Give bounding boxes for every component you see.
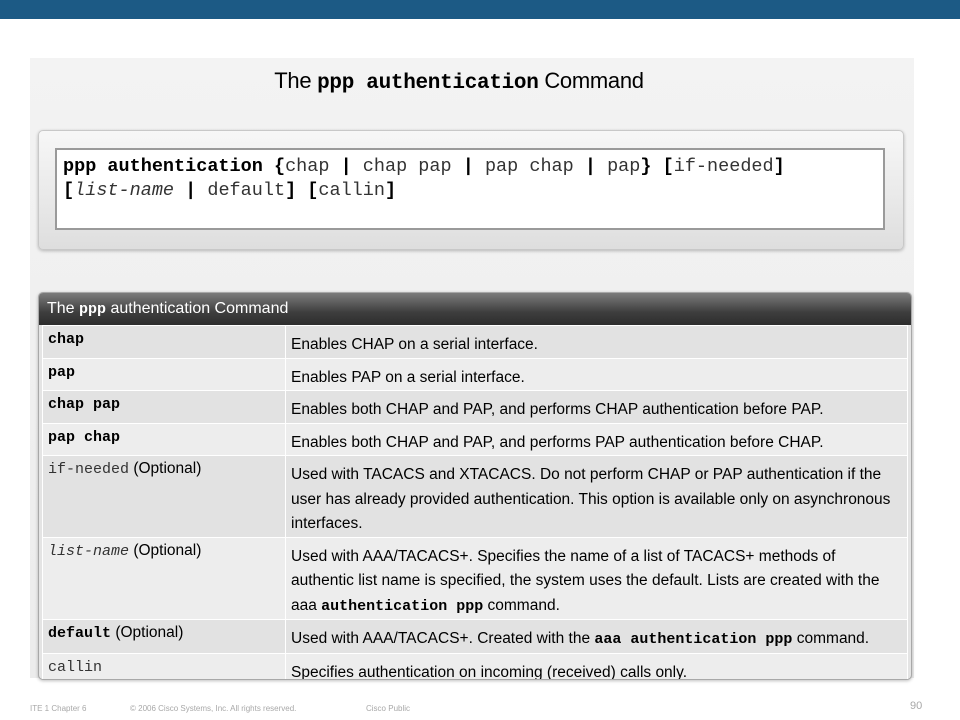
desc-cell: Enables both CHAP and PAP, and performs … xyxy=(285,422,908,456)
desc-cell: Enables both CHAP and PAP, and performs … xyxy=(285,390,908,424)
desc-text: Enables both CHAP and PAP, and performs … xyxy=(291,401,824,418)
table-row: chap Enables CHAP on a serial interface. xyxy=(42,325,908,359)
syntax-option-if-needed: if-needed xyxy=(673,156,774,177)
syntax-command: ppp authentication xyxy=(63,156,263,177)
table-header: The ppp authentication Command xyxy=(39,293,911,325)
table-row: callin Specifies authentication on incom… xyxy=(42,652,908,680)
table-header-text-suffix: authentication Command xyxy=(106,300,289,317)
parameters-table: chap Enables CHAP on a serial interface.… xyxy=(42,325,908,680)
param-cell: list-name (Optional) xyxy=(42,536,286,620)
syntax-brace-close: } xyxy=(640,156,652,177)
desc-cell: Used with AAA/TACACS+. Created with the … xyxy=(285,619,908,654)
syntax-option-pap-chap: pap chap xyxy=(484,156,574,177)
param-optional-label: (Optional) xyxy=(111,624,184,641)
syntax-bracket-open: [ xyxy=(63,180,75,201)
desc-text: Specifies authentication on incoming (re… xyxy=(291,663,688,680)
param-default: default xyxy=(48,625,112,642)
syntax-option-pap: pap xyxy=(607,156,641,177)
param-chap-pap: chap pap xyxy=(48,396,121,413)
syntax-brace-open: { xyxy=(262,156,286,177)
title-text: The xyxy=(274,68,318,93)
table-row: chap pap Enables both CHAP and PAP, and … xyxy=(42,390,908,424)
desc-text: Enables both CHAP and PAP, and performs … xyxy=(291,433,824,451)
footer-course: ITE 1 Chapter 6 xyxy=(30,704,87,713)
syntax-option-list-name: list-name xyxy=(74,180,175,201)
param-list-name: list-name xyxy=(48,542,130,560)
param-cell: default (Optional) xyxy=(42,619,286,654)
syntax-option-chap: chap xyxy=(285,156,330,177)
desc-text-suffix: command. xyxy=(483,596,560,614)
syntax-pipe: | xyxy=(451,156,485,177)
title-text-suffix: Command xyxy=(538,68,644,93)
parameters-table-panel: The ppp authentication Command chap Enab… xyxy=(38,292,912,680)
desc-text: Enables PAP on a serial interface. xyxy=(291,368,525,386)
param-optional-label: (Optional) xyxy=(129,460,202,477)
syntax-panel: ppp authentication {chap | chap pap | pa… xyxy=(38,130,904,250)
table-header-text: The xyxy=(47,300,80,317)
syntax-line-1: ppp authentication {chap | chap pap | pa… xyxy=(63,155,877,179)
param-cell: if-needed (Optional) xyxy=(42,455,286,538)
desc-cell: Used with TACACS and XTACACS. Do not per… xyxy=(285,455,908,538)
table-row: default (Optional) Used with AAA/TACACS+… xyxy=(42,619,908,654)
syntax-pipe: | xyxy=(329,156,363,177)
desc-text-suffix: command. xyxy=(792,630,870,647)
param-pap-chap: pap chap xyxy=(48,428,121,446)
table-header-command: ppp xyxy=(79,301,107,318)
desc-text: Used with AAA/TACACS+. Created with the xyxy=(291,630,595,647)
syntax-bracket-open: [ xyxy=(651,156,674,177)
syntax-bracket-mid: ] [ xyxy=(285,180,319,201)
param-if-needed: if-needed xyxy=(48,461,130,478)
slide-title: The ppp authentication Command xyxy=(0,68,918,95)
param-chap: chap xyxy=(48,331,85,348)
syntax-box: ppp authentication {chap | chap pap | pa… xyxy=(55,148,885,230)
desc-cell: Used with AAA/TACACS+. Specifies the nam… xyxy=(285,536,908,620)
syntax-line-2: [list-name | default] [callin] xyxy=(63,179,877,203)
syntax-option-default: default xyxy=(207,180,286,201)
desc-command: aaa authentication ppp xyxy=(594,631,793,648)
table-row: if-needed (Optional) Used with TACACS an… xyxy=(42,455,908,538)
syntax-option-chap-pap: chap pap xyxy=(362,156,452,177)
param-cell: pap chap xyxy=(42,422,286,456)
param-callin: callin xyxy=(48,658,103,676)
desc-cell: Specifies authentication on incoming (re… xyxy=(285,652,908,680)
syntax-option-callin: callin xyxy=(318,180,385,201)
top-brand-bar xyxy=(0,0,960,19)
syntax-bracket-close: ] xyxy=(773,156,785,177)
table-row: pap chap Enables both CHAP and PAP, and … xyxy=(42,422,908,456)
desc-cell: Enables CHAP on a serial interface. xyxy=(285,325,908,359)
param-optional-label: (Optional) xyxy=(129,541,202,559)
param-cell: chap xyxy=(42,325,286,359)
syntax-pipe: | xyxy=(573,156,608,177)
footer-classification: Cisco Public xyxy=(366,704,411,713)
param-cell: callin xyxy=(42,652,286,679)
page-number: 90 xyxy=(910,700,923,712)
desc-text: Enables CHAP on a serial interface. xyxy=(291,336,538,353)
table-row: pap Enables PAP on a serial interface. xyxy=(42,357,908,391)
param-cell: pap xyxy=(42,357,286,391)
syntax-pipe: | xyxy=(174,180,208,201)
table-row: list-name (Optional) Used with AAA/TACAC… xyxy=(42,536,908,620)
param-pap: pap xyxy=(48,363,76,381)
desc-text: Used with TACACS and XTACACS. Do not per… xyxy=(291,466,891,532)
param-cell: chap pap xyxy=(42,390,286,424)
footer-copyright: © 2006 Cisco Systems, Inc. All rights re… xyxy=(130,704,297,713)
title-command: ppp authentication xyxy=(317,72,539,95)
syntax-bracket-close: ] xyxy=(385,180,397,201)
desc-command: authentication ppp xyxy=(321,597,484,615)
desc-cell: Enables PAP on a serial interface. xyxy=(285,357,908,391)
